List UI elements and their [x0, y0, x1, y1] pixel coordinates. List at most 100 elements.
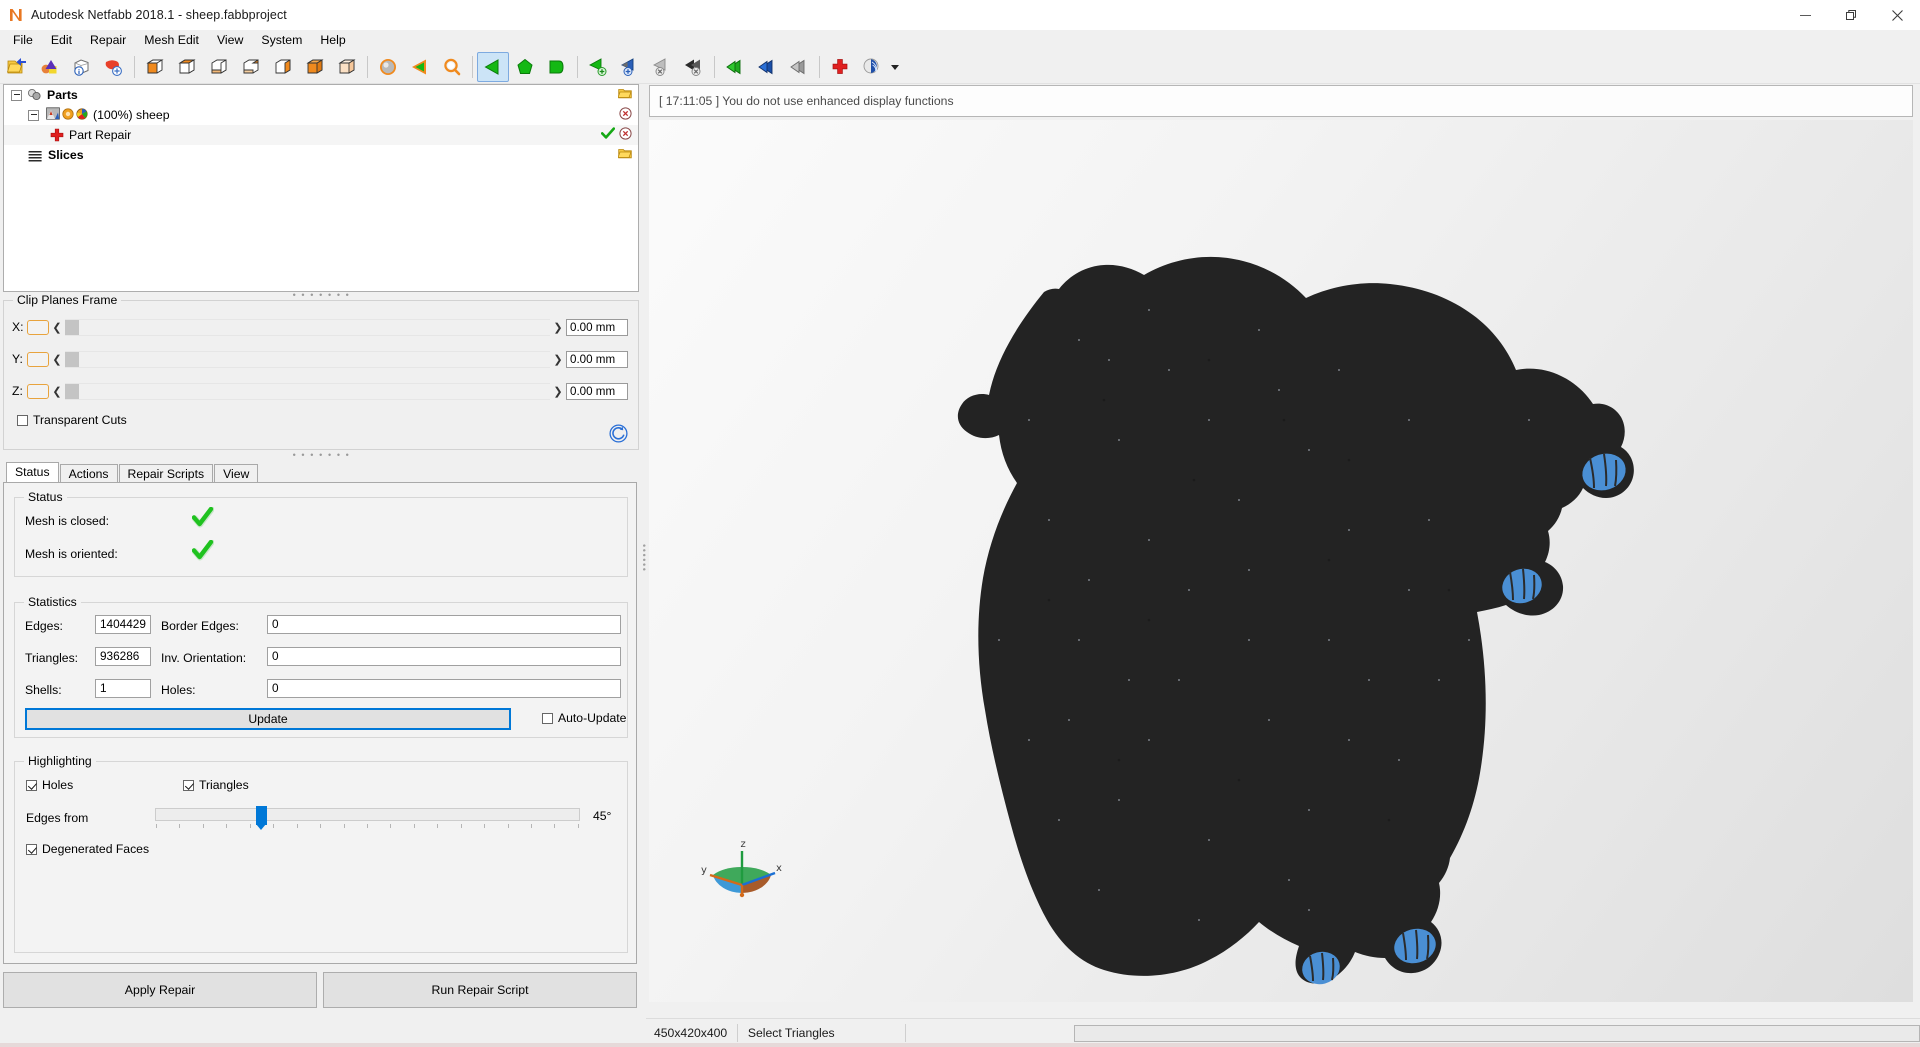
remove-icon[interactable] — [619, 127, 632, 143]
clip-color-swatch-z[interactable] — [27, 383, 49, 399]
add-selection-icon[interactable] — [582, 52, 614, 82]
select-blue-icon[interactable] — [751, 52, 783, 82]
inv-orientation-value[interactable]: 0 — [267, 647, 621, 666]
auto-update-checkbox[interactable]: Auto-Update — [542, 711, 626, 725]
clip-value-y[interactable]: 0.00 mm — [566, 350, 628, 368]
menu-mesh-edit[interactable]: Mesh Edit — [135, 31, 208, 51]
repair-cross-icon[interactable] — [824, 52, 856, 82]
apply-repair-button[interactable]: Apply Repair — [3, 972, 317, 1008]
render-mode-icon[interactable] — [856, 52, 888, 82]
close-button[interactable] — [1874, 0, 1920, 30]
reset-circular-arrow-icon[interactable] — [609, 424, 628, 443]
folder-open-icon[interactable] — [617, 147, 632, 163]
project-tree[interactable]: Parts (100%) sheep Part Repair Slices — [3, 84, 639, 292]
clip-decrement-x[interactable]: ❮ — [49, 317, 65, 337]
clip-decrement-z[interactable]: ❮ — [49, 381, 65, 401]
triangles-highlight-checkbox[interactable]: Triangles — [183, 778, 249, 792]
3d-viewport[interactable]: z x y — [649, 120, 1913, 1002]
tab-actions[interactable]: Actions — [59, 464, 118, 482]
clip-slider-x[interactable] — [65, 318, 550, 336]
select-shell-icon[interactable] — [541, 52, 573, 82]
clip-value-x[interactable]: 0.00 mm — [566, 318, 628, 336]
clip-decrement-y[interactable]: ❮ — [49, 349, 65, 369]
clear-selection-icon[interactable] — [678, 52, 710, 82]
maximize-button[interactable] — [1828, 0, 1874, 30]
tree-node-part-repair[interactable]: Part Repair — [4, 125, 638, 145]
render-mode-dropdown-caret[interactable] — [888, 53, 902, 81]
add-part-icon[interactable] — [98, 52, 130, 82]
view-cube-2-icon[interactable] — [171, 52, 203, 82]
select-green-icon[interactable] — [719, 52, 751, 82]
remove-selection-icon[interactable] — [646, 52, 678, 82]
triangles-value[interactable]: 936286 — [95, 647, 151, 666]
tree-expander-minus-icon[interactable] — [28, 109, 39, 121]
checkbox-box[interactable] — [542, 712, 553, 724]
checkbox-box[interactable] — [17, 414, 28, 426]
clip-slider-thumb-y[interactable] — [65, 351, 79, 367]
tab-status[interactable]: Status — [6, 462, 59, 482]
select-triangles-icon[interactable] — [477, 52, 509, 82]
degenerated-faces-checkbox[interactable]: Degenerated Faces — [26, 842, 149, 856]
view-cube-7-icon[interactable] — [331, 52, 363, 82]
open-project-icon[interactable] — [2, 52, 34, 82]
select-surface-icon[interactable] — [509, 52, 541, 82]
clip-value-z[interactable]: 0.00 mm — [566, 382, 628, 400]
edges-value[interactable]: 1404429 — [95, 615, 151, 634]
transparent-cuts-checkbox[interactable]: Transparent Cuts — [17, 413, 127, 427]
view-cube-1-icon[interactable] — [139, 52, 171, 82]
clip-increment-z[interactable]: ❯ — [550, 381, 566, 401]
run-repair-script-button[interactable]: Run Repair Script — [323, 972, 637, 1008]
edges-from-slider-ticks — [156, 824, 579, 828]
clip-slider-z[interactable] — [65, 382, 550, 400]
shaded-sphere-icon[interactable] — [372, 52, 404, 82]
clip-increment-y[interactable]: ❯ — [550, 349, 566, 369]
checkbox-box[interactable] — [26, 843, 37, 855]
tree-node-parts[interactable]: Parts — [4, 85, 638, 105]
checkbox-box[interactable] — [183, 779, 194, 791]
minimize-button[interactable] — [1782, 0, 1828, 30]
view-cube-5-icon[interactable] — [267, 52, 299, 82]
clip-increment-x[interactable]: ❯ — [550, 317, 566, 337]
axis-gizmo[interactable]: z x y — [697, 835, 787, 907]
view-cube-6-icon[interactable] — [299, 52, 331, 82]
clip-row-y: Y: ❮ ❯ 0.00 mm — [12, 348, 628, 370]
menu-file[interactable]: File — [4, 31, 42, 51]
menu-repair[interactable]: Repair — [81, 31, 135, 51]
menu-help[interactable]: Help — [311, 31, 354, 51]
edges-from-slider[interactable] — [155, 806, 580, 830]
update-button[interactable]: Update — [25, 708, 511, 730]
tab-view[interactable]: View — [214, 464, 259, 482]
tree-node-slices[interactable]: Slices — [4, 145, 638, 165]
menu-view[interactable]: View — [208, 31, 252, 51]
edges-from-slider-thumb[interactable] — [256, 806, 267, 830]
holes-highlight-checkbox[interactable]: Holes — [26, 778, 73, 792]
holes-value[interactable]: 0 — [267, 679, 621, 698]
tree-expander-minus-icon[interactable] — [11, 89, 22, 101]
clip-slider-y[interactable] — [65, 350, 550, 368]
auto-update-label: Auto-Update — [558, 711, 627, 725]
view-cube-4-icon[interactable] — [235, 52, 267, 82]
select-gray-icon[interactable] — [783, 52, 815, 82]
menu-system[interactable]: System — [252, 31, 311, 51]
clip-slider-thumb-z[interactable] — [65, 383, 79, 399]
clip-slider-thumb-x[interactable] — [65, 319, 79, 335]
menu-edit[interactable]: Edit — [42, 31, 81, 51]
tree-node-sheep[interactable]: (100%) sheep — [4, 105, 638, 125]
orange-triangle-icon[interactable] — [404, 52, 436, 82]
border-edges-value[interactable]: 0 — [267, 615, 621, 634]
invert-selection-icon[interactable] — [614, 52, 646, 82]
panel-splitter-bottom[interactable]: • • • • • • • — [0, 450, 643, 460]
zoom-icon[interactable] — [436, 52, 468, 82]
remove-icon[interactable] — [619, 107, 632, 123]
check-icon[interactable] — [600, 127, 616, 143]
folder-open-icon[interactable] — [617, 87, 632, 103]
clip-color-swatch-y[interactable] — [27, 351, 49, 367]
shells-value[interactable]: 1 — [95, 679, 151, 698]
clip-color-swatch-x[interactable] — [27, 319, 49, 335]
part-info-icon[interactable] — [66, 52, 98, 82]
tab-repair-scripts[interactable]: Repair Scripts — [118, 464, 214, 482]
view-cube-3-icon[interactable] — [203, 52, 235, 82]
sheep-model[interactable] — [649, 120, 1913, 1002]
import-part-icon[interactable] — [34, 52, 66, 82]
checkbox-box[interactable] — [26, 779, 37, 791]
